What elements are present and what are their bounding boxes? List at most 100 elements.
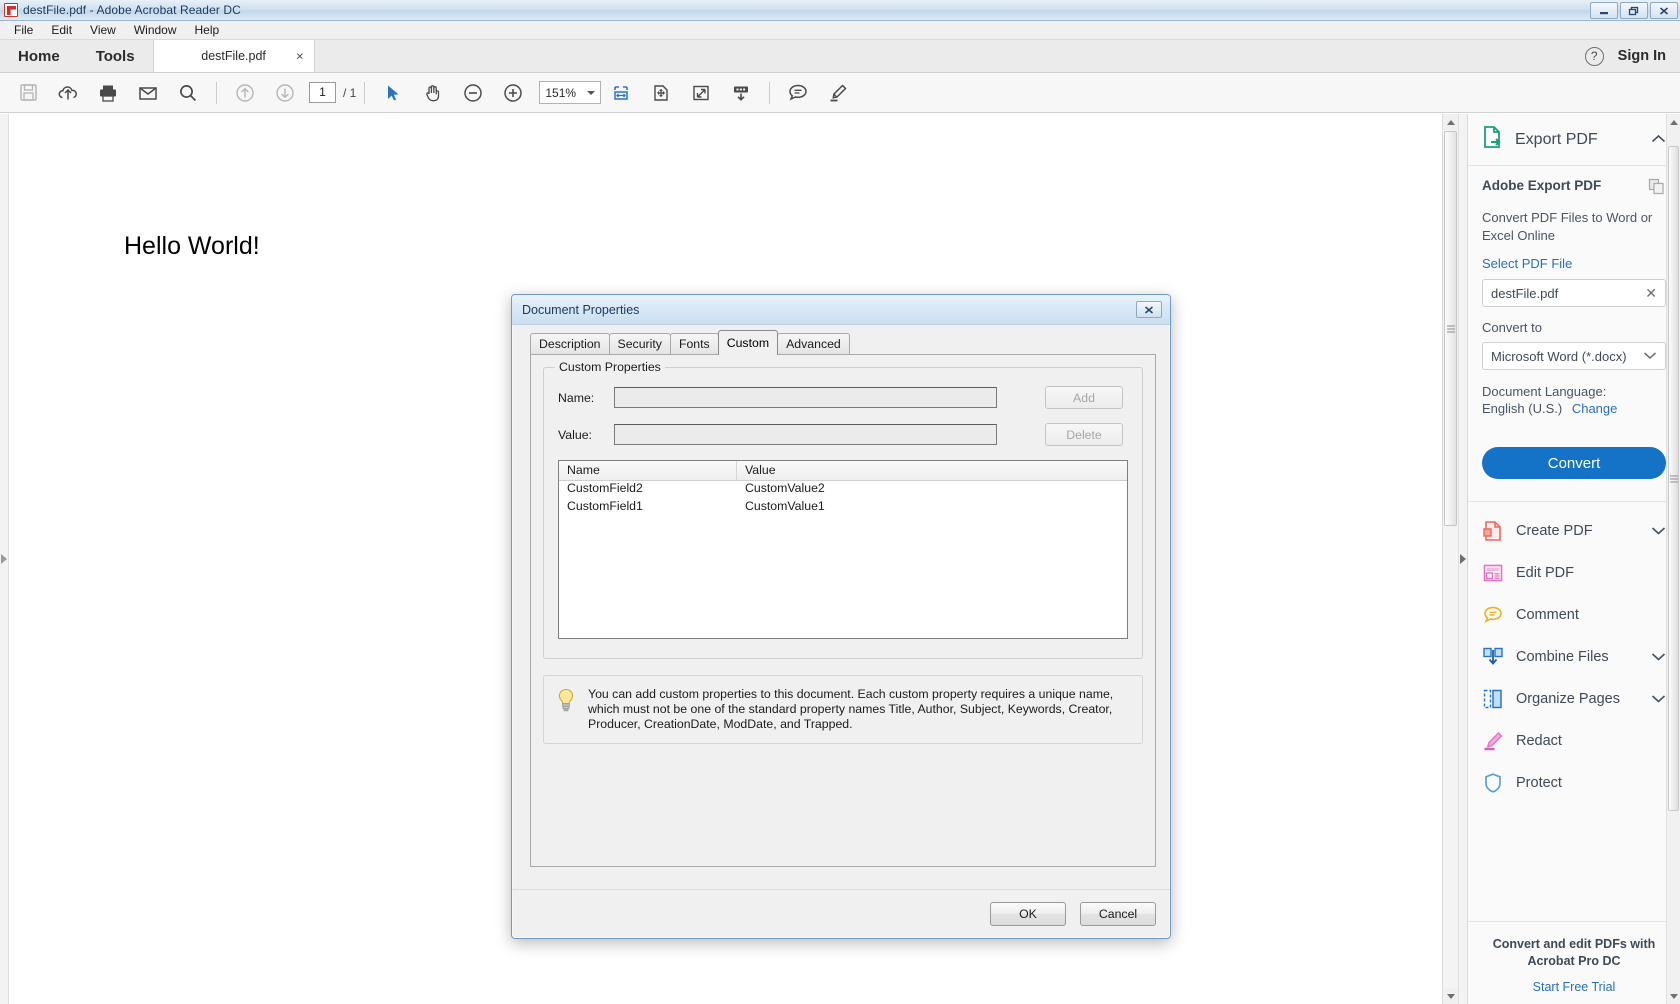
export-pdf-icon [1482, 125, 1504, 154]
menu-help[interactable]: Help [187, 21, 228, 39]
dialog-tab-panel: Custom Properties Name: Add Value: Delet… [530, 355, 1156, 867]
arrow-up-circle-icon[interactable] [225, 75, 265, 111]
scroll-up-icon[interactable] [1443, 114, 1458, 130]
chevron-down-icon[interactable] [1651, 690, 1666, 708]
tool-item-combine-files[interactable]: Combine Files [1468, 636, 1680, 678]
email-icon[interactable] [128, 75, 168, 111]
table-row[interactable]: CustomField2 CustomValue2 [559, 481, 1127, 499]
start-free-trial-link[interactable]: Start Free Trial [1478, 980, 1670, 994]
highlight-icon[interactable] [818, 75, 858, 111]
toolbar: 1 / 1 151% [0, 73, 1680, 113]
fit-width-icon[interactable] [601, 75, 641, 111]
fit-page-icon[interactable] [641, 75, 681, 111]
document-scrollbar[interactable] [1442, 114, 1458, 1004]
panel-scrollbar[interactable] [1666, 114, 1680, 1004]
cell-value: CustomValue2 [737, 481, 1127, 499]
tool-item-comment[interactable]: Comment [1468, 594, 1680, 636]
right-panel-toggle[interactable] [1458, 114, 1467, 1004]
window-controls [1590, 2, 1678, 19]
dialog-tab-fonts[interactable]: Fonts [670, 333, 719, 355]
restore-icon[interactable] [1620, 2, 1648, 19]
search-icon[interactable] [168, 75, 208, 111]
value-input[interactable] [614, 424, 997, 445]
scroll-mode-icon[interactable] [721, 75, 761, 111]
chevron-down-icon[interactable] [1651, 522, 1666, 540]
zoom-level-select[interactable]: 151% [539, 81, 601, 104]
tool-label: Comment [1516, 607, 1666, 623]
tab-tools[interactable]: Tools [78, 40, 153, 72]
dialog-tabs: Description Security Fonts Custom Advanc… [530, 333, 1156, 355]
menu-file[interactable]: File [6, 21, 41, 39]
tab-home[interactable]: Home [0, 40, 78, 72]
dialog-tab-custom[interactable]: Custom [718, 330, 778, 355]
dialog-titlebar: Document Properties [512, 295, 1170, 325]
menu-window[interactable]: Window [126, 21, 185, 39]
tool-item-create-pdf[interactable]: Create PDF [1468, 510, 1680, 552]
select-pdf-file-link[interactable]: Select PDF File [1482, 256, 1666, 271]
selected-file-box[interactable]: destFile.pdf ✕ [1482, 279, 1666, 307]
arrow-down-circle-icon[interactable] [265, 75, 305, 111]
dialog-tab-advanced[interactable]: Advanced [777, 333, 850, 355]
combine-files-icon [1482, 646, 1504, 668]
column-header-value: Value [737, 461, 1127, 480]
tool-item-organize-pages[interactable]: Organize Pages [1468, 678, 1680, 720]
convert-to-select[interactable]: Microsoft Word (*.docx) [1482, 342, 1666, 370]
convert-button[interactable]: Convert [1482, 447, 1666, 479]
close-icon[interactable] [1650, 2, 1678, 19]
change-language-link[interactable]: Change [1572, 401, 1618, 416]
tool-item-edit-pdf[interactable]: Edit PDF [1468, 552, 1680, 594]
delete-button[interactable]: Delete [1045, 423, 1123, 446]
name-field-row: Name: Add [558, 386, 1128, 409]
scroll-down-icon[interactable] [1443, 988, 1458, 1004]
table-row[interactable]: CustomField1 CustomValue1 [559, 499, 1127, 517]
chevron-up-icon[interactable] [1651, 131, 1666, 149]
close-icon[interactable]: × [296, 50, 304, 63]
cancel-button[interactable]: Cancel [1080, 902, 1156, 926]
close-icon[interactable] [1136, 301, 1162, 318]
hand-tool-icon[interactable] [413, 75, 453, 111]
convert-to-value: Microsoft Word (*.docx) [1491, 349, 1643, 364]
scrollbar-thumb[interactable] [1444, 131, 1457, 526]
save-icon[interactable] [8, 75, 48, 111]
scrollbar-thumb[interactable] [1668, 146, 1679, 811]
chevron-down-icon[interactable] [1651, 648, 1666, 666]
tab-document[interactable]: destFile.pdf × [153, 40, 315, 72]
scroll-down-icon[interactable] [1667, 988, 1680, 1004]
scroll-up-icon[interactable] [1667, 114, 1680, 130]
sign-in-button[interactable]: Sign In [1618, 48, 1666, 64]
add-button[interactable]: Add [1045, 386, 1123, 409]
menu-edit[interactable]: Edit [43, 21, 80, 39]
name-label: Name: [558, 391, 614, 405]
chevron-down-icon [587, 91, 595, 95]
properties-table[interactable]: Name Value CustomField2 CustomValue2 Cus… [558, 460, 1128, 639]
dialog-tab-description[interactable]: Description [530, 333, 610, 355]
main-area: Hello World! Document Properties Descrip… [0, 114, 1680, 1004]
name-input[interactable] [614, 387, 997, 408]
tool-label: Organize Pages [1516, 691, 1639, 707]
ok-button[interactable]: OK [990, 902, 1066, 926]
fullscreen-icon[interactable] [681, 75, 721, 111]
tool-item-protect[interactable]: Protect [1468, 762, 1680, 804]
minimize-icon[interactable] [1590, 2, 1618, 19]
zoom-out-icon[interactable] [453, 75, 493, 111]
print-icon[interactable] [88, 75, 128, 111]
zoom-in-icon[interactable] [493, 75, 533, 111]
tab-document-label: destFile.pdf [201, 49, 266, 63]
tools-panel: Export PDF Adobe Export PDF Convert PDF … [1467, 114, 1680, 1004]
left-panel-toggle[interactable] [0, 114, 9, 1004]
tool-item-redact[interactable]: Redact [1468, 720, 1680, 762]
value-label: Value: [558, 428, 614, 442]
cursor-select-icon[interactable] [373, 75, 413, 111]
upload-cloud-icon[interactable] [48, 75, 88, 111]
chevron-right-icon [1, 554, 7, 564]
page-number-input[interactable]: 1 [309, 82, 336, 103]
comment-icon [1482, 604, 1504, 626]
protect-icon [1482, 772, 1504, 794]
menu-view[interactable]: View [82, 21, 124, 39]
dialog-tab-security[interactable]: Security [609, 333, 671, 355]
help-icon[interactable]: ? [1585, 47, 1604, 66]
export-pdf-header[interactable]: Export PDF [1468, 114, 1680, 166]
close-icon[interactable]: ✕ [1645, 285, 1657, 302]
comment-icon[interactable] [778, 75, 818, 111]
copy-stack-icon[interactable] [1648, 178, 1666, 201]
